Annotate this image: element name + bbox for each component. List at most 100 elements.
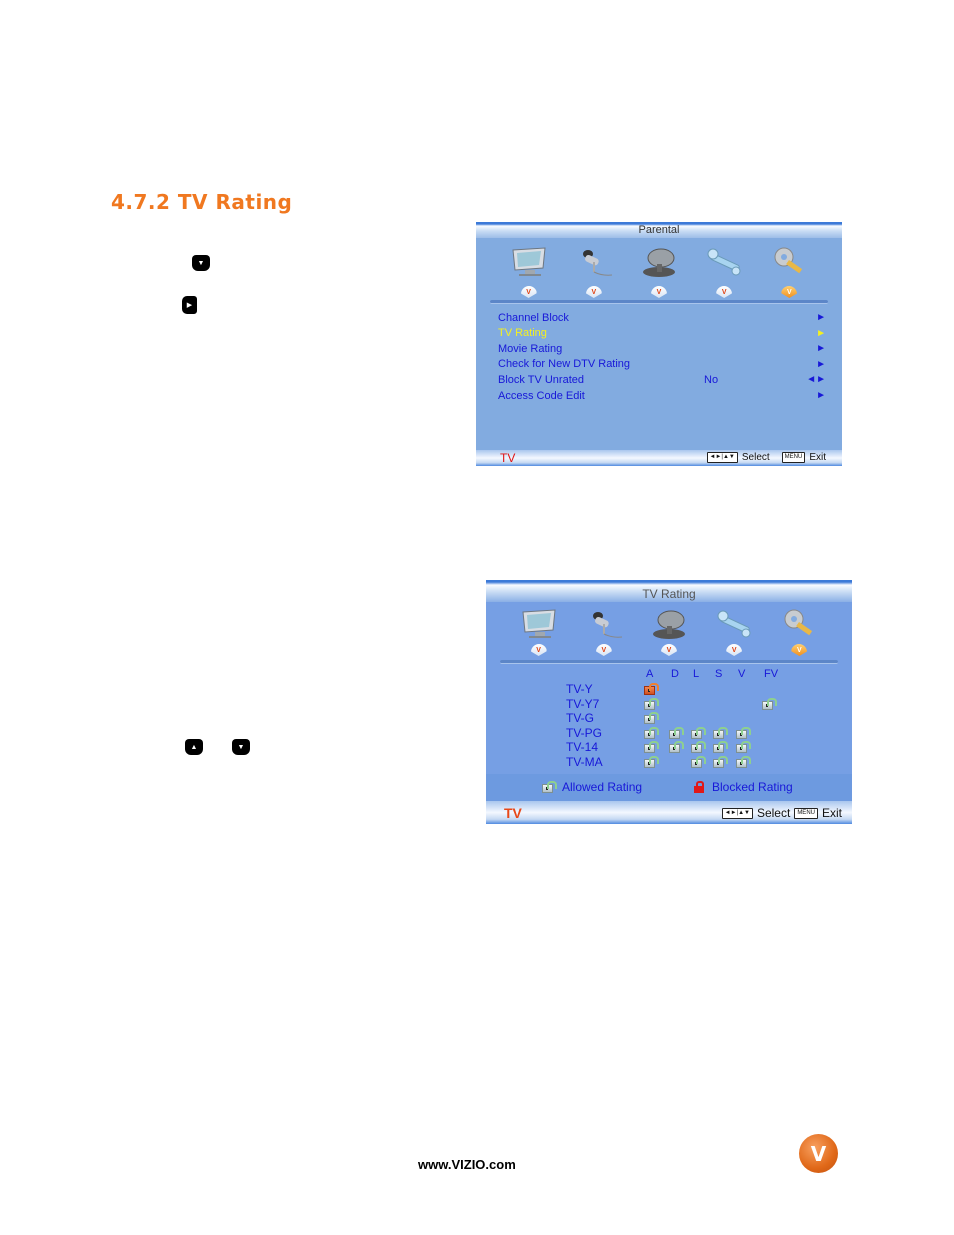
picture-icon[interactable]: [507, 244, 551, 280]
audio-icon[interactable]: [582, 606, 626, 642]
column-header: D: [671, 668, 679, 680]
menu-item[interactable]: Check for New DTV Rating ►: [498, 357, 826, 372]
right-arrow-icon: ►: [816, 343, 826, 355]
rating-row-label: TV-MA: [566, 755, 603, 769]
input-source-label: TV: [500, 451, 516, 465]
allowed-lock-icon[interactable]: [736, 726, 751, 739]
exit-label: Exit: [821, 806, 842, 820]
column-header: FV: [764, 668, 779, 680]
right-arrow-button-icon: ▶: [182, 296, 197, 314]
logo-letter: V: [810, 1141, 827, 1166]
website-url: www.VIZIO.com: [418, 1157, 516, 1172]
vizio-logo: V: [799, 1134, 838, 1173]
allowed-lock-icon[interactable]: [691, 726, 706, 739]
tv-antenna-icon[interactable]: [637, 244, 681, 280]
section-title: 4.7.2 TV Rating: [111, 190, 293, 214]
nav-key-icon: ◄►|▲▼: [706, 452, 738, 463]
tab-indicator-icon: V: [595, 644, 612, 656]
allowed-lock-icon[interactable]: [644, 697, 659, 710]
column-header: A: [646, 668, 654, 680]
menu-tab-icons: [486, 606, 852, 642]
tv-rating-menu-screenshot: TV Rating VVVVV A D L S V FV TV-Y TV-Y7 TV-G TV-P…: [486, 580, 852, 824]
allowed-lock-icon[interactable]: [644, 726, 659, 739]
allowed-lock-icon[interactable]: [713, 756, 728, 768]
legend: Allowed Rating Blocked Rating: [486, 774, 852, 801]
menu-key-icon: MENU: [781, 452, 806, 463]
column-header: V: [738, 668, 746, 680]
allowed-lock-icon[interactable]: [736, 741, 751, 754]
tab-indicator-icon: V: [660, 644, 677, 656]
menu-item[interactable]: Access Code Edit ►: [498, 388, 826, 403]
tab-indicator-icon: V: [650, 286, 667, 298]
allowed-lock-icon[interactable]: [644, 756, 659, 768]
menu-item[interactable]: Channel Block ►: [498, 310, 826, 325]
allowed-lock-icon[interactable]: [691, 756, 706, 768]
rating-row-label: TV-G: [566, 711, 595, 726]
input-source-label: TV: [504, 805, 522, 821]
right-arrow-icon: ►: [816, 312, 826, 323]
menu-footer: TV ◄►|▲▼ Select MENU Exit: [486, 801, 852, 824]
allowed-lock-icon[interactable]: [669, 726, 684, 739]
setup-wrench-icon[interactable]: [702, 244, 746, 280]
tab-indicator-icon: V: [520, 286, 537, 298]
rating-row-label: TV-Y7: [566, 696, 600, 711]
menu-item-value: No: [704, 373, 719, 386]
allowed-lock-icon[interactable]: [691, 741, 706, 754]
left-right-arrow-icon: ◄►: [806, 374, 826, 386]
menu-key-icon: MENU: [794, 807, 818, 819]
rating-row-label: TV-PG: [566, 725, 603, 740]
allowed-lock-icon[interactable]: [669, 741, 684, 754]
tab-indicator-icon: V: [791, 644, 808, 656]
exit-label: Exit: [809, 452, 826, 463]
nav-key-icon: ◄►|▲▼: [721, 807, 753, 819]
tab-indicator-icon: V: [530, 644, 547, 656]
parental-menu-screenshot: Parental VVVVV Channel Block ► TV Rating ► M…: [476, 222, 842, 466]
allowed-lock-icon[interactable]: [713, 726, 728, 739]
tv-antenna-icon[interactable]: [647, 606, 691, 642]
divider: [500, 660, 838, 664]
right-arrow-icon: ►: [816, 358, 826, 370]
audio-icon[interactable]: [572, 244, 616, 280]
menu-item-label: TV Rating: [498, 327, 547, 340]
tab-indicator-icon: V: [726, 644, 743, 656]
menu-tab-icons: [476, 244, 842, 280]
down-arrow-button-icon: ▼: [192, 255, 210, 271]
down-arrow-button-icon: ▼: [232, 739, 250, 755]
legend-blocked-label: Blocked Rating: [712, 780, 793, 794]
menu-item-label: Check for New DTV Rating: [498, 358, 631, 371]
picture-icon[interactable]: [517, 606, 561, 642]
menu-item-label: Movie Rating: [498, 342, 563, 355]
menu-item[interactable]: Block TV Unrated No ◄►: [498, 372, 826, 387]
menu-tab-indicators: VVVVV: [476, 286, 842, 298]
up-arrow-button-icon: ▲: [185, 739, 203, 755]
select-label: Select: [741, 452, 770, 463]
allowed-lock-icon[interactable]: [736, 756, 751, 768]
menu-tab-indicators: VVVVV: [486, 644, 852, 656]
parental-key-icon[interactable]: [767, 244, 811, 280]
menu-item[interactable]: Movie Rating ►: [498, 341, 826, 356]
allowed-lock-icon[interactable]: [644, 741, 659, 754]
menu-item-label: Access Code Edit: [498, 389, 585, 402]
allowed-lock-icon[interactable]: [762, 697, 777, 710]
column-header: L: [693, 668, 700, 680]
select-label: Select: [756, 806, 791, 820]
menu-footer: TV ◄►|▲▼ Select MENU Exit: [476, 450, 842, 466]
blocked-lock-icon[interactable]: [644, 683, 659, 695]
blocked-lock-icon: [694, 781, 704, 793]
rating-row-label: TV-Y: [566, 682, 593, 696]
menu-item[interactable]: TV Rating ►: [498, 326, 826, 341]
menu-item-label: Block TV Unrated: [498, 373, 585, 386]
allowed-lock-icon[interactable]: [644, 712, 659, 725]
rating-row-label: TV-14: [566, 740, 599, 755]
menu-title: TV Rating: [486, 580, 852, 602]
menu-title: Parental: [476, 222, 842, 238]
right-arrow-icon: ►: [816, 327, 826, 339]
parental-key-icon[interactable]: [777, 606, 821, 642]
allowed-lock-icon[interactable]: [713, 741, 728, 754]
setup-wrench-icon[interactable]: [712, 606, 756, 642]
menu-item-label: Channel Block: [498, 311, 569, 324]
allowed-lock-icon: [542, 781, 557, 793]
divider: [490, 300, 828, 304]
tab-indicator-icon: V: [781, 286, 798, 298]
right-arrow-icon: ►: [816, 390, 826, 401]
